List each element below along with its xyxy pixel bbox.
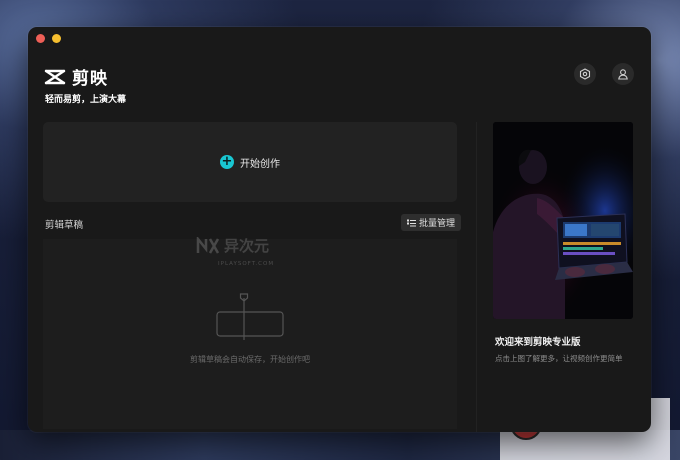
app-name: 剪映 bbox=[72, 69, 108, 89]
watermark-site: IPLAYSOFT.COM bbox=[218, 261, 275, 267]
app-window: 剪映 轻而易剪，上演大幕 + 开始创作 剪辑草稿 批量管理 异次元 IPLAYS… bbox=[28, 27, 651, 432]
batch-manage-button[interactable]: 批量管理 bbox=[401, 214, 462, 231]
watermark-brand: 异次元 bbox=[224, 237, 270, 255]
list-manage-icon bbox=[407, 219, 416, 226]
panel-divider bbox=[476, 122, 477, 432]
window-minimize-button[interactable] bbox=[52, 34, 61, 43]
app-logo: 剪映 bbox=[44, 64, 108, 89]
user-icon bbox=[618, 69, 628, 80]
window-close-button[interactable] bbox=[36, 34, 45, 43]
promo-subtitle: 点击上图了解更多，让视频创作更简单 bbox=[495, 354, 623, 363]
promo-banner-image[interactable] bbox=[493, 122, 633, 319]
empty-drafts-illustration-icon bbox=[216, 293, 284, 340]
start-create-label: 开始创作 bbox=[240, 158, 280, 170]
promo-editor-scene bbox=[493, 122, 633, 319]
start-create-button[interactable]: + 开始创作 bbox=[43, 122, 457, 202]
user-account-button[interactable] bbox=[612, 63, 634, 85]
capcut-logo-icon bbox=[44, 69, 66, 84]
plus-circle-icon: + bbox=[220, 154, 234, 169]
site-watermark: 异次元 bbox=[196, 235, 269, 256]
drafts-section-title: 剪辑草稿 bbox=[45, 220, 84, 231]
watermark-logo-icon bbox=[196, 236, 220, 254]
batch-manage-label: 批量管理 bbox=[419, 219, 456, 229]
promo-title: 欢迎来到剪映专业版 bbox=[495, 337, 581, 348]
app-slogan: 轻而易剪，上演大幕 bbox=[45, 95, 127, 105]
empty-drafts-hint: 剪辑草稿会自动保存，开始创作吧 bbox=[190, 355, 310, 364]
settings-button[interactable] bbox=[574, 63, 596, 85]
settings-hexagon-icon bbox=[579, 68, 591, 80]
